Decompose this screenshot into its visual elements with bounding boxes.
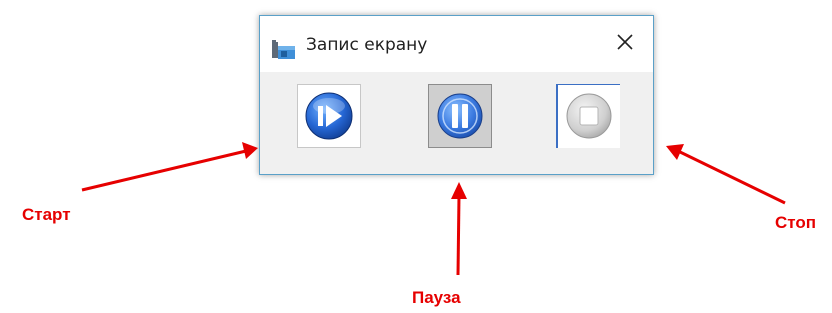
window-title: Запис екрану — [306, 35, 428, 55]
pause-icon — [429, 85, 491, 147]
start-annotation: Старт — [22, 205, 71, 224]
start-arrow — [81, 149, 247, 192]
stop-icon — [558, 85, 620, 147]
title-bar[interactable]: Запис екрану — [260, 16, 653, 72]
pause-arrow — [456, 194, 461, 276]
screen-recording-window: Запис екрану — [259, 15, 654, 175]
recording-toolbar — [260, 72, 653, 174]
pause-annotation: Пауза — [412, 288, 461, 307]
camera-icon — [271, 37, 297, 61]
play-icon — [298, 85, 360, 147]
pause-button[interactable] — [428, 84, 492, 148]
start-button[interactable] — [297, 84, 361, 148]
stop-button[interactable] — [556, 84, 620, 148]
stop-annotation: Стоп — [775, 213, 817, 232]
stop-arrow — [677, 149, 786, 205]
close-icon — [616, 33, 634, 56]
close-button[interactable] — [597, 16, 653, 72]
